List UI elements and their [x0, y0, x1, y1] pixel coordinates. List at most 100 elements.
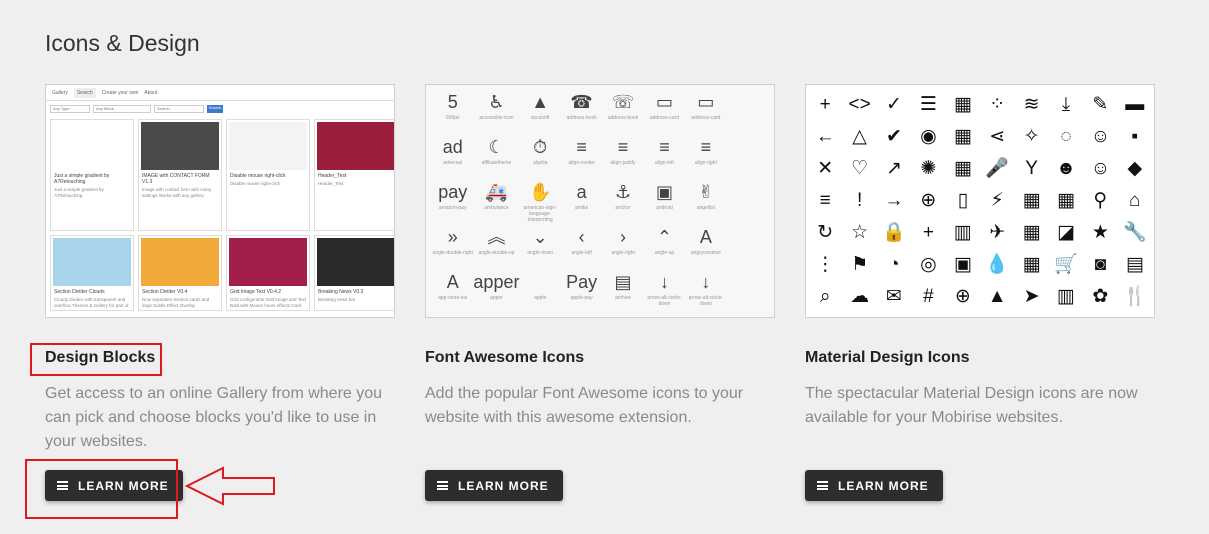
gallery-item-title: Disable mouse right-click: [230, 173, 286, 179]
fa-icon-label: affiliatetheme: [481, 160, 512, 166]
fa-icon-label: address-card: [649, 115, 680, 121]
button-label: LEARN MORE: [838, 478, 929, 493]
material-icon: 💧: [985, 254, 1010, 275]
fa-icon-label: anchor: [615, 205, 631, 211]
gallery-item: Section Divider V0.4 Now separates Sectio…: [138, 235, 222, 311]
fa-icon-label: angle-up: [654, 250, 675, 256]
gallery-item-image: [141, 238, 219, 286]
fa-glyph-icon: pay: [438, 182, 468, 202]
material-icon: ▯: [957, 190, 969, 211]
fa-icon-cell: ≡ align-left: [644, 134, 685, 179]
gallery-search-input: Search: [154, 105, 204, 113]
material-icon: 🔧: [1122, 222, 1147, 243]
material-icon: ▤: [1125, 254, 1144, 275]
gallery-item-image: [141, 122, 219, 170]
material-icon: ⚑: [851, 254, 869, 275]
fa-glyph-icon: ▲: [531, 92, 550, 112]
fa-glyph-icon: 5: [447, 92, 458, 112]
fa-glyph-icon: [727, 89, 768, 115]
card-font-awesome: 5 500px ♿ accessible-icon ▲ accusoft ☎ address-…: [425, 84, 775, 501]
fa-icon-cell: ⏱ algolia: [519, 134, 560, 179]
material-icon: ⋖: [989, 126, 1006, 147]
fa-icon-cell: ⌃ angle-up: [644, 224, 685, 269]
gallery-item: Section Divider Clouds Cloudy Divider wit…: [50, 235, 134, 311]
material-icon: +: [922, 222, 934, 243]
gallery-item-desc: Cloudy Divider with transparent and over…: [54, 297, 129, 310]
fa-glyph-icon: [727, 134, 768, 160]
fa-glyph-icon: [727, 179, 768, 205]
gallery-item-image: [229, 122, 307, 170]
fa-icon-label: archive: [614, 295, 632, 301]
gallery-item-desc: Just a simple gradient by A7Retouching: [54, 187, 104, 198]
material-icon: ▪: [1131, 126, 1139, 147]
material-icon: ☻: [1055, 158, 1076, 179]
material-icon: ✧: [1023, 126, 1040, 147]
fa-icon-cell: ≡ align-center: [561, 134, 602, 179]
material-icon: ◙: [1094, 254, 1107, 275]
fa-icon-cell: ▣ android: [644, 179, 685, 224]
fa-glyph-icon: ‹: [578, 227, 585, 247]
fa-icon-cell: ▭ address-card: [685, 89, 726, 134]
gallery-item-title: Breaking News V0.3: [318, 289, 364, 295]
fa-icon-cell: ✋ american-sign-language-interpreting: [519, 179, 560, 224]
gallery-type-select: Any Type: [50, 105, 90, 113]
font-awesome-thumbnail[interactable]: 5 500px ♿ accessible-icon ▲ accusoft ☎ address-…: [425, 84, 775, 318]
gallery-block-select: Any Block: [93, 105, 151, 113]
fa-glyph-icon: Pay: [566, 272, 598, 292]
fa-icon-cell: pay amazon-pay: [432, 179, 473, 224]
learn-more-button[interactable]: LEARN MORE: [805, 470, 943, 501]
material-icon: 🛒: [1054, 254, 1078, 275]
material-icon: ◆: [1127, 158, 1143, 179]
fa-glyph-icon: ✌: [698, 182, 714, 202]
material-icon: 🔒: [882, 222, 906, 243]
material-icon: ⚡: [990, 190, 1004, 211]
fa-icon-label: apple-pay: [570, 295, 593, 301]
material-icon: 🍴: [1122, 286, 1147, 307]
material-icon: ⊕: [954, 286, 971, 307]
learn-more-button[interactable]: LEARN MORE: [425, 470, 563, 501]
material-icon: ⁘: [989, 94, 1006, 115]
gallery-filters: Any Type Any Block Search Search: [46, 101, 394, 117]
fa-icon-label: angellist: [696, 205, 716, 211]
material-icon: →: [884, 190, 904, 211]
material-icon: ✈: [989, 222, 1006, 243]
fa-icon-label: align-right: [694, 160, 717, 166]
material-icon: △: [852, 126, 867, 147]
fa-glyph-icon: [519, 269, 560, 295]
material-icon: ✺: [920, 158, 937, 179]
fa-icon-cell: ≡ align-right: [685, 134, 726, 179]
material-icon: ▬: [1125, 94, 1145, 115]
material-icon: <>: [848, 94, 871, 115]
gallery-item-image: [317, 238, 394, 286]
material-design-thumbnail[interactable]: + <> ✓ ☰ ▦ ⁘ ≋ ⤓ ✎ ▬ ← △ ✔ ◉ ▦ ⋖ ✧ ◌ ☺ ▪ ✕ ♡ ↗ ✺ ▦ 🎤 Y ☻ ☺ ◆ ≡! → ⊕ ▯ ⚡ ▦ ▦ ⚲…: [805, 84, 1155, 318]
material-icon: ▦: [1022, 222, 1041, 243]
fa-icon-cell: [727, 269, 768, 314]
material-icon: ✕: [817, 158, 834, 179]
material-icon: ↗: [886, 158, 902, 179]
card-title: Material Design Icons: [805, 349, 970, 366]
gallery-item-desc: Grid configurable Grid Image and Text Bo…: [230, 297, 306, 310]
material-icon: ♡: [851, 158, 869, 179]
highlight-box-title: [30, 343, 162, 376]
fa-glyph-icon: ↓: [701, 272, 711, 292]
design-blocks-thumbnail[interactable]: Gallery Search Create your own About Any…: [45, 84, 395, 318]
gallery-nav-item: Search: [73, 87, 96, 98]
gallery-nav-item: Gallery: [52, 89, 68, 96]
menu-icon: [437, 481, 448, 490]
material-icon: ◔: [888, 254, 900, 275]
fa-icon-cell: ☎ address-book: [561, 89, 602, 134]
fa-icon-label: android: [656, 205, 673, 211]
gallery-item-title: Grid Image Text V0.4.2: [230, 289, 282, 295]
material-icon: ⌕: [819, 286, 831, 307]
fa-icon-cell: apper apper: [473, 269, 519, 314]
card-description: The spectacular Material Design icons ar…: [805, 385, 1138, 426]
gallery-item-desc: Now separates Section.cards and dogs Sub…: [142, 297, 210, 308]
fa-glyph-icon: ⌃: [656, 227, 672, 247]
fa-icon-cell: [727, 179, 768, 224]
material-icon: Y: [1025, 158, 1038, 179]
button-label: LEARN MORE: [458, 478, 549, 493]
gallery-item-image: [53, 238, 131, 286]
fa-icon-label: address-card: [691, 115, 721, 121]
card-design-blocks: Gallery Search Create your own About Any…: [45, 84, 395, 501]
gallery-item-image: [317, 122, 394, 170]
